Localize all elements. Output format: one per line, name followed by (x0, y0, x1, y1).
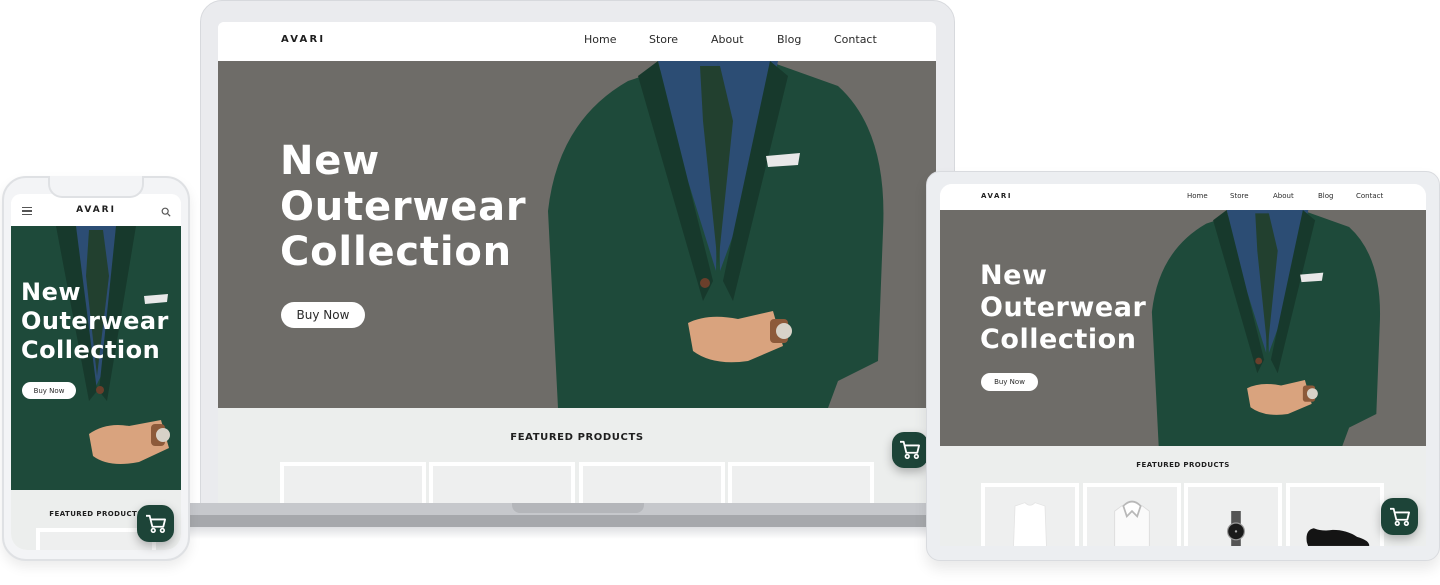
product-card[interactable] (1286, 483, 1384, 546)
featured-products-title: FEATURED PRODUCTS (1136, 461, 1230, 469)
product-card[interactable] (1184, 483, 1282, 546)
search-icon[interactable] (161, 207, 171, 217)
tablet-screen: AVARI Home Store About Blog Contact New … (940, 184, 1426, 546)
hero-title: New Outerwear Collection (21, 278, 169, 364)
hero-title-line: New (280, 138, 380, 184)
product-card[interactable] (579, 462, 725, 503)
featured-products-section: FEATURED PRODUCTS (940, 446, 1426, 546)
dress-shirt-icon (1114, 500, 1150, 546)
product-card[interactable] (728, 462, 874, 503)
featured-products-title: FEATURED PRODUCTS (510, 432, 644, 443)
featured-products-section: FEATURED PRODUCTS (218, 408, 936, 503)
product-card[interactable] (280, 462, 426, 503)
buy-now-button[interactable]: Buy Now (981, 373, 1038, 391)
shopping-cart-icon (145, 514, 166, 533)
nav-about[interactable]: About (711, 33, 744, 46)
buy-now-button[interactable]: Buy Now (281, 302, 365, 328)
buy-now-button[interactable]: Buy Now (22, 382, 76, 399)
product-card[interactable] (1083, 483, 1181, 546)
nav-blog[interactable]: Blog (1318, 192, 1333, 200)
hero-banner: New Outerwear Collection Buy Now (940, 210, 1426, 446)
nav-home[interactable]: Home (1187, 192, 1208, 200)
nav-about[interactable]: About (1273, 192, 1294, 200)
site-logo[interactable]: AVARI (281, 34, 325, 45)
nav-store[interactable]: Store (649, 33, 678, 46)
hero-title-line: Collection (280, 229, 512, 276)
loafer-shoe-icon (1306, 528, 1370, 546)
hero-image-suit (548, 61, 884, 408)
hero-image-suit (1151, 210, 1381, 446)
hero-title-line: Outerwear (980, 291, 1147, 323)
product-card[interactable] (981, 483, 1079, 546)
tablet-cart-button[interactable] (1381, 498, 1418, 535)
hero-banner: New Outerwear Collection Buy Now (11, 226, 181, 490)
phone-notch (48, 176, 144, 198)
product-card[interactable] (429, 462, 575, 503)
laptop-cart-button[interactable] (892, 432, 928, 468)
site-logo[interactable]: AVARI (981, 192, 1012, 200)
site-logo[interactable]: AVARI (11, 205, 181, 215)
nav-home[interactable]: Home (584, 33, 616, 46)
hero-banner: New Outerwear Collection Buy Now (218, 61, 936, 408)
shopping-cart-icon (900, 440, 920, 459)
nav-blog[interactable]: Blog (777, 33, 801, 46)
hero-title-line: Outerwear (280, 183, 527, 230)
phone-screen: AVARI New Outerwear Collection Buy Now F… (11, 194, 181, 550)
nav-contact[interactable]: Contact (1356, 192, 1383, 200)
laptop-site-header: AVARI Home Store About Blog Contact (218, 22, 936, 61)
wristwatch-icon (1227, 511, 1245, 546)
laptop-shadow (190, 527, 950, 539)
hero-title: New Outerwear Collection (280, 138, 527, 276)
hero-title-line: New (21, 278, 81, 306)
shopping-cart-icon (1389, 507, 1410, 526)
hero-title-line: Outerwear (21, 306, 169, 335)
laptop-screen: AVARI Home Store About Blog Contact New … (218, 22, 936, 503)
tablet-site-header: AVARI Home Store About Blog Contact (940, 184, 1426, 210)
hero-title: New Outerwear Collection (980, 260, 1146, 356)
tshirt-icon (1013, 502, 1047, 546)
phone-cart-button[interactable] (137, 505, 174, 542)
hero-title-line: Collection (21, 335, 161, 364)
phone-site-header: AVARI (11, 194, 181, 226)
hero-title-line: Collection (980, 323, 1137, 355)
nav-contact[interactable]: Contact (834, 33, 877, 46)
nav-store[interactable]: Store (1230, 192, 1249, 200)
laptop-trackpad-notch (512, 503, 644, 513)
hero-title-line: New (980, 260, 1048, 291)
